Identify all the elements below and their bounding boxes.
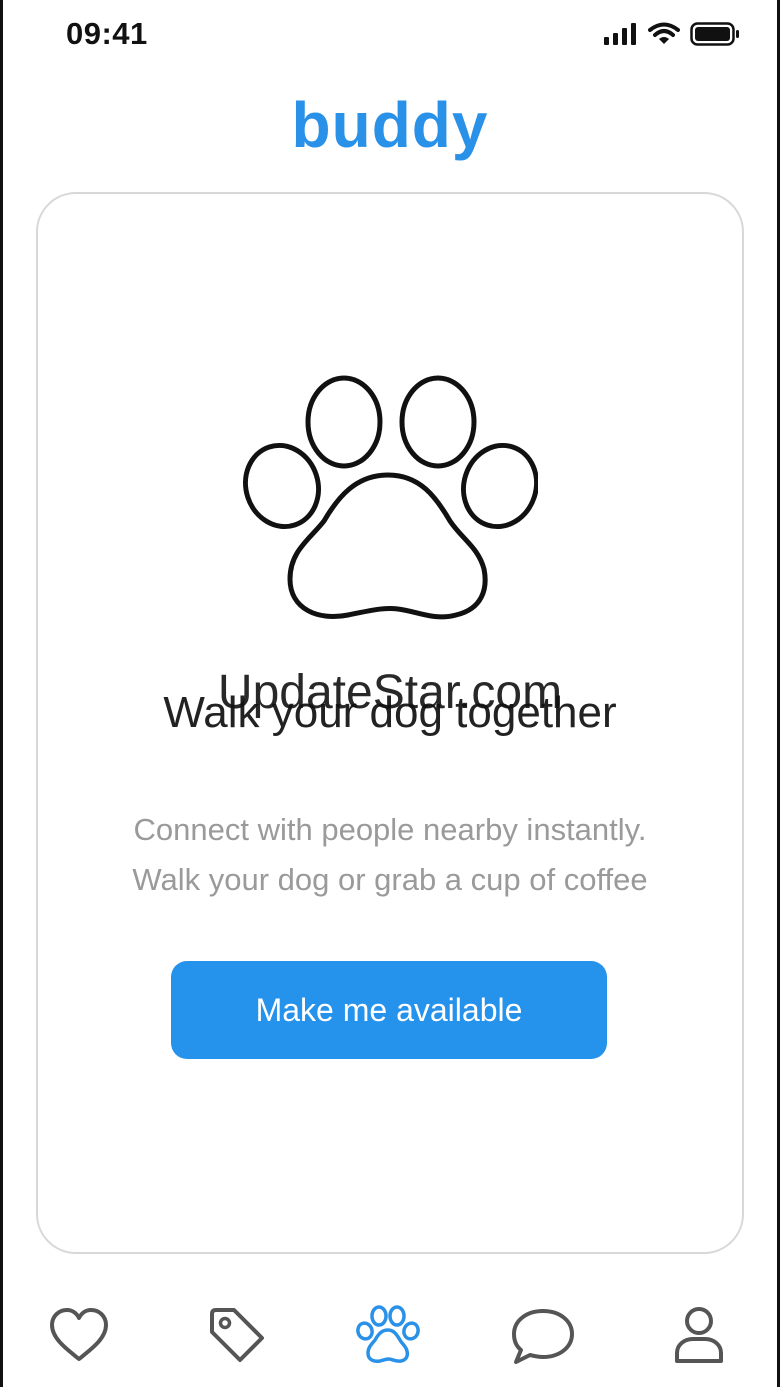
app-title: buddy: [291, 89, 489, 161]
tab-messages[interactable]: [508, 1300, 578, 1370]
status-time: 09:41: [66, 16, 148, 51]
tab-walk[interactable]: [353, 1300, 423, 1370]
paw-tab-icon: [356, 1305, 420, 1363]
tab-profile[interactable]: [664, 1300, 734, 1370]
watermark-text: UpdateStar.com: [217, 666, 563, 719]
heart-icon: [50, 1308, 108, 1361]
status-icons: [604, 22, 740, 46]
chat-bubble-icon: [512, 1309, 574, 1364]
user-icon: [675, 1307, 723, 1363]
tab-offers[interactable]: [200, 1300, 270, 1370]
status-bar: 09:41: [0, 0, 780, 70]
wifi-icon: [648, 22, 680, 44]
paw-icon: [242, 375, 538, 620]
signal-icon: [604, 23, 636, 45]
make-available-button[interactable]: Make me available: [171, 961, 607, 1059]
card-description-line-2: Walk your dog or grab a cup of coffee: [132, 862, 648, 897]
card-description-line-1: Connect with people nearby instantly.: [133, 812, 647, 847]
bottom-tab-bar: [0, 1300, 780, 1380]
tag-icon: [210, 1308, 264, 1362]
tab-favorites[interactable]: [44, 1300, 114, 1370]
battery-icon: [690, 22, 739, 46]
